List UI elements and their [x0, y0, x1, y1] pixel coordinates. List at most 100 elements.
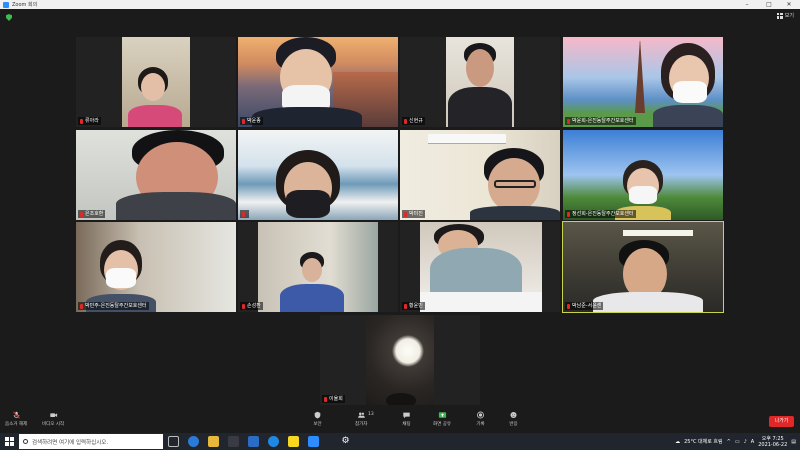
tray-chevron-icon[interactable]: ^ [727, 439, 731, 445]
mic-muted-icon [12, 411, 20, 419]
participant-tile[interactable]: 박민주-은진동탈주간보호센터 [76, 222, 236, 312]
security-button[interactable]: 보안 [313, 411, 322, 427]
mic-off-icon [404, 211, 407, 217]
clock-time: 오후 7:25 [761, 435, 784, 442]
participant-name [240, 210, 249, 218]
participant-name: 박남준-서윤센 [565, 302, 604, 310]
mail-icon[interactable] [248, 436, 259, 447]
reactions-icon [510, 411, 517, 419]
participant-video [400, 130, 560, 220]
participant-name: 박미진 [402, 210, 425, 218]
participant-tile[interactable]: 정선희-은진동탈주간보호센터 [563, 130, 723, 220]
minimize-button[interactable]: – [738, 0, 756, 9]
mic-off-icon [80, 303, 83, 309]
kakaotalk-icon[interactable] [288, 436, 299, 447]
edge-browser-icon[interactable] [188, 436, 199, 447]
participant-name: 박윤종 [240, 117, 263, 125]
participant-tile[interactable]: 박윤종 [238, 37, 398, 127]
mic-off-icon [567, 118, 570, 124]
participant-video [238, 37, 398, 127]
mic-off-icon [567, 211, 570, 217]
participant-tile[interactable]: 이율희 [320, 315, 480, 405]
clock[interactable]: 오후 7:25 2021-06-22 [758, 436, 787, 448]
task-view-icon[interactable] [168, 436, 179, 447]
mic-off-icon [80, 211, 83, 217]
close-button[interactable]: ✕ [780, 0, 798, 9]
store-icon[interactable] [228, 436, 239, 447]
window-title: Zoom 회의 [12, 2, 38, 8]
view-button[interactable]: 보기 [776, 12, 794, 19]
participant-tile[interactable]: 은조호환 [76, 130, 236, 220]
participant-video [446, 37, 514, 127]
taskbar-search-box[interactable]: 검색하려면 여기에 입력하십시오. [19, 434, 163, 449]
participant-tile[interactable]: 박미진 [400, 130, 560, 220]
unmute-button[interactable]: 음소거 해제 [5, 411, 27, 427]
participant-video [563, 130, 723, 220]
chat-button[interactable]: 채팅 [402, 411, 411, 427]
participant-video [122, 37, 190, 127]
share-screen-button[interactable]: 화면 공유 [433, 411, 451, 427]
participant-video [366, 315, 434, 405]
start-video-button[interactable]: 비디오 시작 [42, 411, 64, 427]
participants-count: 13 [368, 412, 374, 417]
reactions-button[interactable]: 반응 [509, 411, 518, 427]
system-tray: ☁ 25°C 대체로 흐림 ^ ▭ ♪ A 오후 7:25 2021-06-22… [675, 433, 796, 450]
participant-video [238, 130, 398, 220]
participant-name: 박윤희-은진동탈주간보호센터 [565, 117, 636, 125]
participant-name: 신현규 [402, 117, 425, 125]
windows-start-icon[interactable] [5, 437, 14, 446]
view-label: 보기 [784, 13, 794, 19]
notification-icon[interactable]: ▤ [791, 439, 796, 445]
participant-tile-active-speaker[interactable]: 박남준-서윤센 [562, 221, 724, 313]
participant-video [76, 222, 236, 312]
mic-off-icon [242, 303, 245, 309]
participant-tile[interactable]: 박윤희-은진동탈주간보호센터 [563, 37, 723, 127]
chat-icon [403, 412, 410, 419]
mic-off-icon [242, 211, 245, 217]
language-icon[interactable]: A [751, 439, 754, 445]
record-button[interactable]: 기록 [476, 411, 485, 427]
meeting-toolbar: 음소거 해제 비디오 시작 보안 13 참가자 채팅 화면 공유 기록 반응 나… [0, 408, 800, 433]
participant-video [76, 130, 236, 220]
participant-tile[interactable]: 류아라 [76, 37, 236, 127]
mic-off-icon [242, 118, 245, 124]
settings-gear-icon[interactable]: ⚙ [340, 436, 351, 447]
record-icon [477, 411, 484, 419]
participant-tile[interactable] [238, 130, 398, 220]
participant-video [420, 222, 542, 312]
video-camera-icon [49, 413, 57, 417]
volume-icon[interactable]: ♪ [744, 439, 747, 445]
meeting-area: 보기 류아라 박윤종 신현규 박윤희-은진동탈주간보호센터 은조호환 박미진 정… [0, 9, 800, 433]
mic-off-icon [404, 303, 407, 309]
share-screen-icon [438, 412, 446, 418]
participant-name: 류아라 [78, 117, 101, 125]
search-icon [23, 439, 28, 444]
leave-meeting-button[interactable]: 나가기 [769, 416, 794, 427]
file-explorer-icon[interactable] [208, 436, 219, 447]
participants-icon [357, 412, 365, 418]
participant-name: 황윤빈 [402, 302, 425, 310]
zoom-taskbar-icon[interactable] [308, 436, 319, 447]
mic-off-icon [80, 118, 83, 124]
participant-name: 박민주-은진동탈주간보호센터 [78, 302, 149, 310]
weather-cloud-icon: ☁ [675, 438, 681, 445]
search-placeholder: 검색하려면 여기에 입력하십시오. [32, 439, 109, 446]
weather-text[interactable]: 25°C 대체로 흐림 [684, 438, 723, 445]
maximize-button[interactable]: □ [760, 0, 778, 9]
participants-button[interactable]: 13 참가자 [355, 411, 374, 427]
clock-date: 2021-06-22 [758, 441, 788, 448]
participant-tile[interactable]: 손성환 [238, 222, 398, 312]
participant-name: 이율희 [322, 395, 345, 403]
internet-explorer-icon[interactable] [268, 436, 279, 447]
participant-video [563, 222, 723, 312]
window-titlebar: Zoom 회의 – □ ✕ [0, 0, 800, 9]
mic-off-icon [567, 303, 570, 309]
participant-tile[interactable]: 황윤빈 [400, 222, 560, 312]
network-icon[interactable]: ▭ [735, 439, 740, 445]
participant-name: 은조호환 [78, 210, 106, 218]
security-icon [314, 411, 321, 419]
security-shield-icon[interactable] [6, 14, 12, 21]
participant-name: 손성환 [240, 302, 263, 310]
participant-tile[interactable]: 신현규 [400, 37, 560, 127]
participant-name: 정선희-은진동탈주간보호센터 [565, 210, 636, 218]
